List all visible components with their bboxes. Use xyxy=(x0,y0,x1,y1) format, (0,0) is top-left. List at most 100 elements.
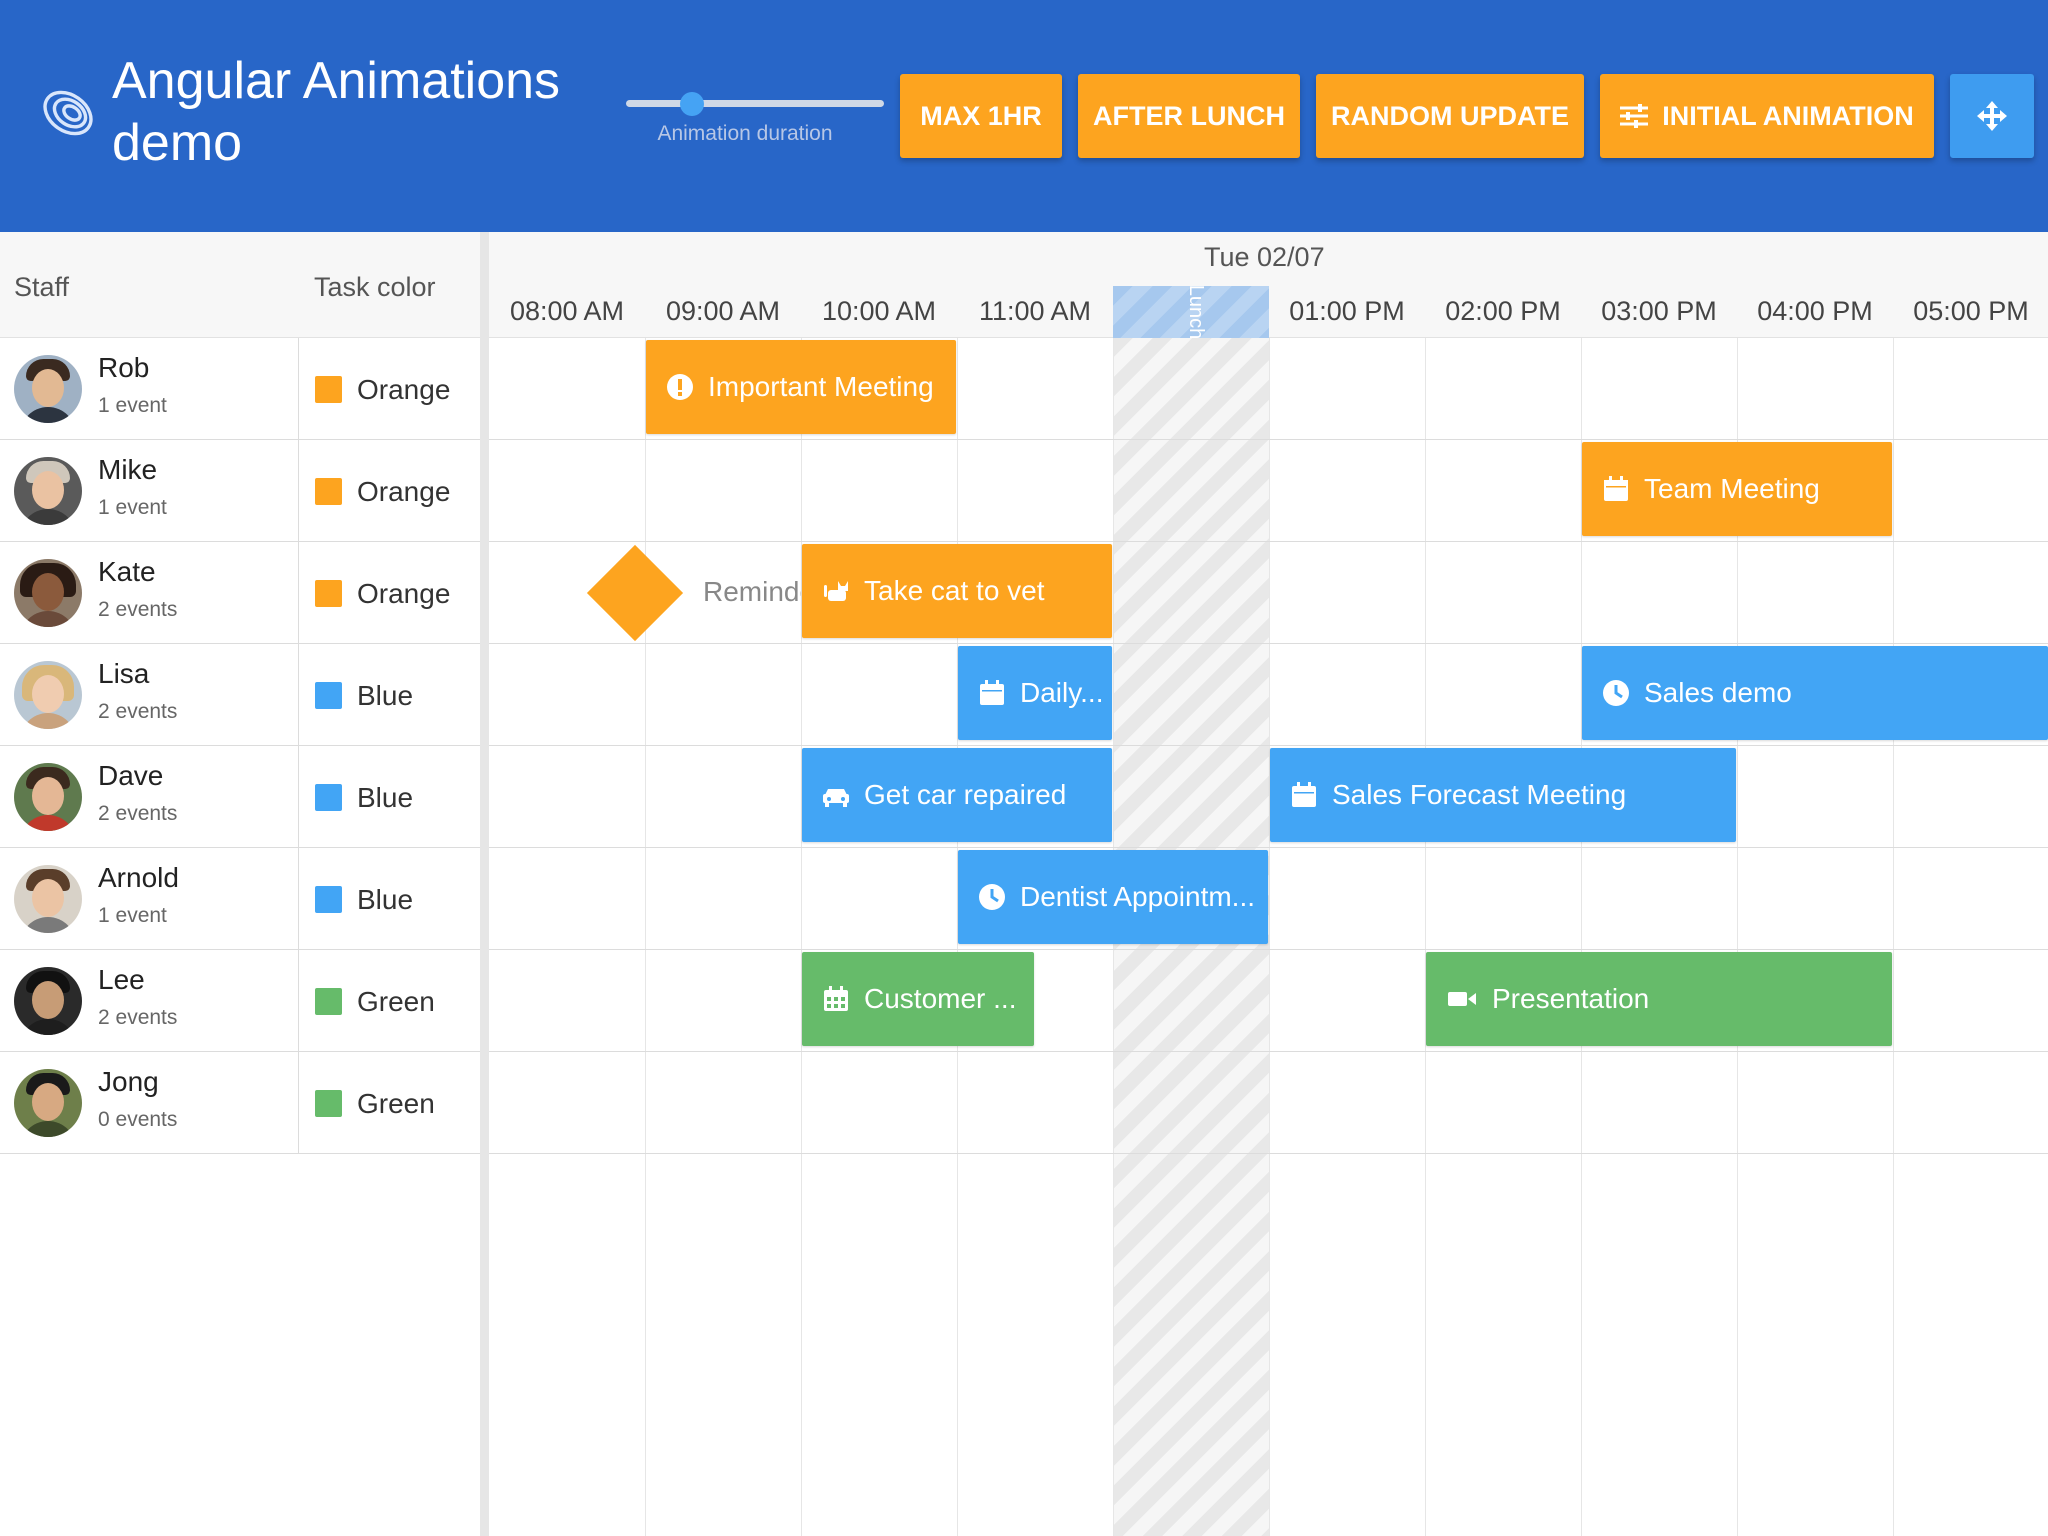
staff-row-lee[interactable]: Lee 2 events Green xyxy=(0,950,480,1052)
timeline-date: Tue 02/07 xyxy=(1204,242,1325,272)
event-customer[interactable]: Customer ... xyxy=(802,952,1034,1046)
task-color-cell: Orange xyxy=(298,440,480,541)
grid-row-line xyxy=(489,1153,2048,1154)
task-color-name: Orange xyxy=(357,476,451,507)
event-label: Important Meeting xyxy=(708,371,934,402)
calendar-grid-icon xyxy=(824,986,848,1011)
color-swatch xyxy=(315,682,342,709)
staff-row-kate[interactable]: Kate 2 events Orange xyxy=(0,542,480,644)
grid-row-line xyxy=(489,541,2048,542)
event-dentist-appointment[interactable]: Dentist Appointm... xyxy=(958,850,1268,944)
avatar xyxy=(14,967,82,1035)
slider-thumb[interactable] xyxy=(680,92,704,116)
avatar xyxy=(14,661,82,729)
color-swatch xyxy=(315,784,342,811)
staff-event-count: 1 event xyxy=(98,904,167,927)
fit-view-button[interactable] xyxy=(1950,74,2034,158)
spiral-logo-icon xyxy=(43,90,93,136)
grid-row-line xyxy=(489,643,2048,644)
event-presentation[interactable]: Presentation xyxy=(1426,952,1892,1046)
max-1hr-button[interactable]: MAX 1HR xyxy=(900,74,1062,158)
color-swatch xyxy=(315,1090,342,1117)
avatar xyxy=(14,457,82,525)
milestone-reminder[interactable] xyxy=(586,544,684,642)
video-icon xyxy=(1448,992,1476,1006)
event-label: Sales demo xyxy=(1644,677,1792,708)
avatar xyxy=(14,763,82,831)
hour-label: 05:00 PM xyxy=(1913,296,2029,326)
animation-duration-slider[interactable] xyxy=(626,92,884,116)
color-swatch xyxy=(315,988,342,1015)
grid-row-line xyxy=(489,745,2048,746)
event-team-meeting[interactable]: Team Meeting xyxy=(1582,442,1892,536)
event-label: Take cat to vet xyxy=(864,575,1045,606)
staff-row-dave[interactable]: Dave 2 events Blue xyxy=(0,746,480,848)
event-sales-demo[interactable]: Sales demo xyxy=(1582,646,2048,740)
staff-row-rob[interactable]: Rob 1 event Orange xyxy=(0,338,480,440)
car-icon xyxy=(823,789,849,807)
event-label: Sales Forecast Meeting xyxy=(1332,779,1627,810)
avatar xyxy=(14,559,82,627)
event-daily[interactable]: Daily... xyxy=(958,646,1112,740)
hour-label: 09:00 AM xyxy=(665,296,781,326)
milestone-label: Reminder xyxy=(703,576,801,607)
hour-label: 11:00 AM xyxy=(978,296,1092,326)
slider-track xyxy=(626,100,884,107)
hour-label: 04:00 PM xyxy=(1757,296,1873,326)
staff-name: Jong xyxy=(98,1066,159,1097)
avatar xyxy=(14,1069,82,1137)
staff-name: Mike xyxy=(98,454,158,485)
task-color-cell: Blue xyxy=(298,848,480,949)
staff-event-count: 2 events xyxy=(98,802,178,825)
staff-name: Lee xyxy=(98,964,145,995)
panel-splitter[interactable] xyxy=(480,232,489,1536)
clock-icon xyxy=(979,884,1005,910)
event-important-meeting[interactable]: Important Meeting xyxy=(646,340,956,434)
app-title: Angular Animations demo xyxy=(112,52,561,172)
grid-column-line xyxy=(1425,338,1426,1536)
grid-row-line xyxy=(489,1051,2048,1052)
grid-column-line xyxy=(1269,338,1270,1536)
staff-name: Lisa xyxy=(98,658,150,689)
task-color-cell: Green xyxy=(298,1052,480,1153)
exclamation-circle-icon xyxy=(667,374,693,400)
staff-row-lisa[interactable]: Lisa 2 events Blue xyxy=(0,644,480,746)
staff-row-mike[interactable]: Mike 1 event Orange xyxy=(0,440,480,542)
calendar-icon xyxy=(1604,476,1628,501)
task-color-name: Green xyxy=(357,986,435,1017)
event-label: Get car repaired xyxy=(864,779,1067,810)
grid-row-line xyxy=(489,847,2048,848)
grid-column-line xyxy=(1893,338,1894,1536)
staff-name: Dave xyxy=(98,760,164,791)
task-color-cell: Orange xyxy=(298,338,480,439)
task-color-name: Blue xyxy=(357,782,414,813)
event-label: Team Meeting xyxy=(1644,473,1820,504)
column-header-task-color[interactable]: Task color xyxy=(314,272,436,303)
grid-column-line xyxy=(645,338,646,1536)
event-get-car-repaired[interactable]: Get car repaired xyxy=(802,748,1112,842)
random-update-button[interactable]: RANDOM UPDATE xyxy=(1316,74,1584,158)
event-label: Customer ... xyxy=(864,983,1017,1014)
after-lunch-button[interactable]: AFTER LUNCH xyxy=(1078,74,1300,158)
color-swatch xyxy=(315,376,342,403)
staff-event-count: 1 event xyxy=(98,394,167,417)
initial-animation-button[interactable]: INITIAL ANIMATION xyxy=(1600,74,1934,158)
staff-event-count: 2 events xyxy=(98,598,178,621)
staff-row-arnold[interactable]: Arnold 1 event Blue xyxy=(0,848,480,950)
task-color-cell: Green xyxy=(298,950,480,1051)
color-swatch xyxy=(315,886,342,913)
staff-event-count: 2 events xyxy=(98,700,178,723)
event-take-cat-to-vet[interactable]: Take cat to vet xyxy=(802,544,1112,638)
event-sales-forecast-meeting[interactable]: Sales Forecast Meeting xyxy=(1270,748,1736,842)
column-header-staff[interactable]: Staff xyxy=(14,272,69,303)
move-arrows-icon xyxy=(1977,101,2007,131)
grid-column-line xyxy=(801,338,802,1536)
avatar xyxy=(14,355,82,423)
staff-panel-header: Staff Task color xyxy=(0,232,480,338)
schedule-grid: Tue 02/07 08:00 AM 09:00 AM 10:00 AM 11:… xyxy=(489,232,2048,1536)
staff-row-jong[interactable]: Jong 0 events Green xyxy=(0,1052,480,1154)
color-swatch xyxy=(315,580,342,607)
grid-row-line xyxy=(489,439,2048,440)
tune-icon xyxy=(1620,104,1649,128)
staff-event-count: 2 events xyxy=(98,1006,178,1029)
